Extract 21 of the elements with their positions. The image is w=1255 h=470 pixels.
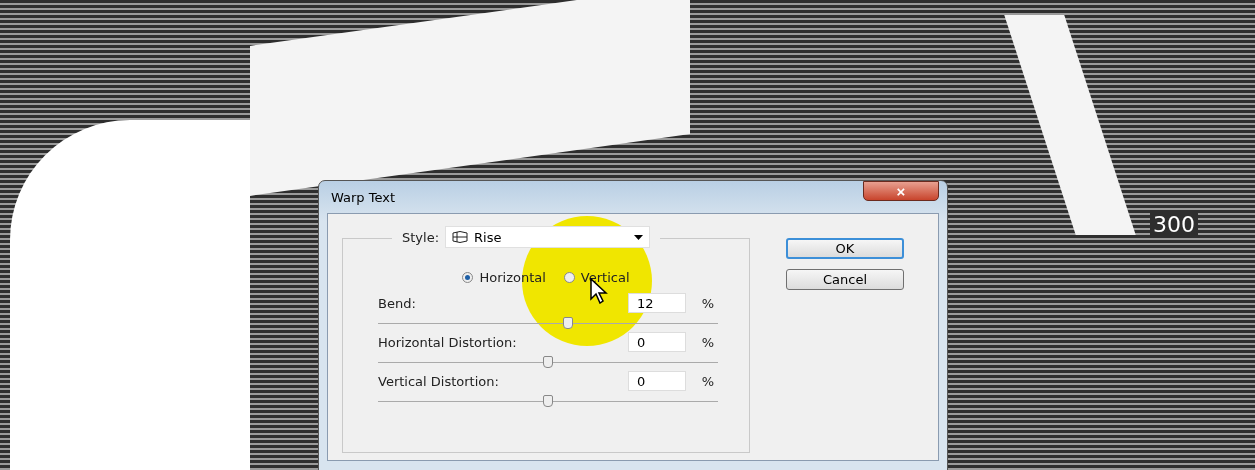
unit-label: %	[700, 295, 714, 311]
window-title: Warp Text	[330, 189, 395, 205]
setting-label: Vertical Distortion:	[378, 373, 500, 389]
unit-label: %	[700, 334, 714, 350]
slider-thumb[interactable]	[563, 317, 574, 329]
dialog-button[interactable]: Cancel	[786, 269, 904, 290]
value-field[interactable]: 0	[628, 332, 686, 352]
slider-thumb[interactable]	[543, 356, 553, 368]
canvas-label: 300	[1150, 212, 1198, 237]
slider-thumb[interactable]	[543, 395, 553, 407]
value-field[interactable]: 12	[628, 293, 686, 313]
unit-label: %	[700, 373, 714, 389]
setting-label: Horizontal Distortion:	[378, 334, 518, 350]
value-field[interactable]: 0	[628, 371, 686, 391]
warp-icon	[452, 231, 469, 243]
setting-label: Bend:	[378, 295, 417, 311]
style-dropdown[interactable]: Rise	[445, 226, 651, 248]
caret-icon	[634, 234, 644, 240]
dialog-button[interactable]: OK	[786, 238, 904, 259]
style-label: Style:	[402, 229, 440, 245]
orientation-radio[interactable]: Vertical	[563, 270, 630, 285]
